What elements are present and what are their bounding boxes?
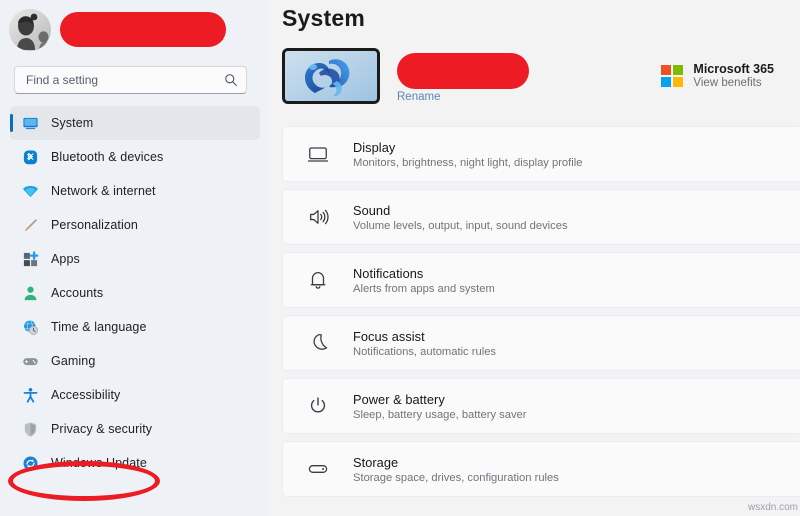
microsoft-logo-icon xyxy=(661,64,684,87)
sidebar-item-label: Apps xyxy=(51,252,80,266)
clock-globe-icon xyxy=(22,319,39,336)
speaker-icon xyxy=(305,204,331,230)
sidebar-item-label: Accessibility xyxy=(51,388,121,402)
account-name-redaction xyxy=(60,12,226,47)
accessibility-icon xyxy=(22,387,39,404)
device-thumbnail xyxy=(282,48,380,104)
user-photo-avatar-icon xyxy=(9,8,51,51)
sidebar-item-gaming[interactable]: Gaming xyxy=(10,344,260,378)
sidebar-item-accounts[interactable]: Accounts xyxy=(10,276,260,310)
sidebar-item-time-language[interactable]: Time & language xyxy=(10,310,260,344)
monitor-outline-icon xyxy=(305,141,331,167)
sidebar-nav: System Bluetooth & devices Network & int… xyxy=(0,106,270,480)
microsoft365-text: Microsoft 365 View benefits xyxy=(693,62,774,89)
sidebar: System Bluetooth & devices xyxy=(0,0,270,516)
settings-card-storage[interactable]: Storage Storage space, drives, configura… xyxy=(282,441,800,497)
search-container xyxy=(14,66,270,94)
settings-card-notifications[interactable]: Notifications Alerts from apps and syste… xyxy=(282,252,800,308)
drive-icon xyxy=(305,456,331,482)
sidebar-item-bluetooth-devices[interactable]: Bluetooth & devices xyxy=(10,140,260,174)
card-title: Power & battery xyxy=(353,391,445,407)
shield-icon xyxy=(22,421,39,438)
card-subtitle: Alerts from apps and system xyxy=(353,282,495,295)
sidebar-item-label: Time & language xyxy=(51,320,147,334)
sidebar-item-label: Gaming xyxy=(51,354,96,368)
card-subtitle: Monitors, brightness, night light, displ… xyxy=(353,156,583,169)
card-subtitle: Volume levels, output, input, sound devi… xyxy=(353,219,568,232)
sidebar-item-apps[interactable]: Apps xyxy=(10,242,260,276)
card-title: Display xyxy=(353,139,396,155)
wifi-icon xyxy=(22,183,39,200)
microsoft365-banner[interactable]: Microsoft 365 View benefits xyxy=(661,62,774,89)
sidebar-item-label: System xyxy=(51,116,94,130)
page-title: System xyxy=(282,5,366,31)
settings-card-sound[interactable]: Sound Volume levels, output, input, soun… xyxy=(282,189,800,245)
sidebar-item-label: Windows Update xyxy=(51,456,147,470)
apps-grid-icon xyxy=(22,250,39,268)
search-box[interactable] xyxy=(14,66,247,94)
device-info: Rename xyxy=(397,48,529,103)
microsoft365-title: Microsoft 365 xyxy=(693,62,774,76)
sidebar-item-personalization[interactable]: Personalization xyxy=(10,208,260,242)
sidebar-item-privacy-security[interactable]: Privacy & security xyxy=(10,412,260,446)
bell-icon xyxy=(305,267,331,293)
sidebar-item-label: Personalization xyxy=(51,218,138,232)
sidebar-item-label: Network & internet xyxy=(51,184,156,198)
card-title: Storage xyxy=(353,454,399,470)
paintbrush-icon xyxy=(22,217,39,234)
account-row[interactable] xyxy=(0,0,270,52)
sidebar-item-windows-update[interactable]: Windows Update xyxy=(10,446,260,480)
card-subtitle: Sleep, battery usage, battery saver xyxy=(353,408,527,421)
windows-bloom-wallpaper-thumbnail-icon xyxy=(285,51,377,101)
power-icon xyxy=(305,393,331,419)
sidebar-item-accessibility[interactable]: Accessibility xyxy=(10,378,260,412)
device-name-redaction xyxy=(397,53,529,89)
sidebar-item-label: Bluetooth & devices xyxy=(51,150,164,164)
settings-window: System Bluetooth & devices xyxy=(0,0,800,516)
update-sync-icon xyxy=(22,455,39,472)
card-subtitle: Notifications, automatic rules xyxy=(353,345,497,358)
card-title: Focus assist xyxy=(353,328,425,344)
sidebar-item-label: Accounts xyxy=(51,286,104,300)
sidebar-item-network-internet[interactable]: Network & internet xyxy=(10,174,260,208)
settings-card-display[interactable]: Display Monitors, brightness, night ligh… xyxy=(282,126,800,182)
moon-icon xyxy=(305,330,331,356)
gamepad-icon xyxy=(22,353,39,370)
main-content: System Rename Microsoft 365 View benefit… xyxy=(270,0,800,516)
sidebar-item-label: Privacy & security xyxy=(51,422,153,436)
card-subtitle: Storage space, drives, configuration rul… xyxy=(353,471,559,484)
settings-card-list: Display Monitors, brightness, night ligh… xyxy=(282,126,800,497)
settings-card-focus-assist[interactable]: Focus assist Notifications, automatic ru… xyxy=(282,315,800,371)
rename-link[interactable]: Rename xyxy=(397,91,529,103)
search-input[interactable] xyxy=(26,73,224,87)
settings-card-power-battery[interactable]: Power & battery Sleep, battery usage, ba… xyxy=(282,378,800,434)
monitor-icon xyxy=(22,115,39,132)
card-title: Notifications xyxy=(353,265,424,281)
watermark: wsxdn.com xyxy=(747,502,798,513)
bluetooth-icon xyxy=(22,149,39,166)
avatar[interactable] xyxy=(9,8,51,51)
search-icon[interactable] xyxy=(224,73,238,87)
sidebar-item-system[interactable]: System xyxy=(10,106,260,140)
card-title: Sound xyxy=(353,202,391,218)
view-benefits-link[interactable]: View benefits xyxy=(693,77,774,89)
person-icon xyxy=(22,285,39,302)
